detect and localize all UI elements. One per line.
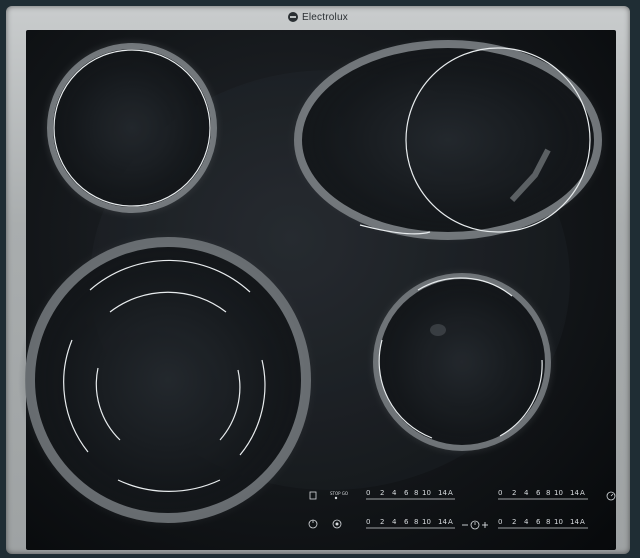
- keep-warm-icon[interactable]: [332, 519, 342, 529]
- scale-bottom-left-6: 6: [404, 518, 409, 526]
- touch-control-strip: STOP GO 0 2 4 6 8 10 14 A 0 2 4 6 8 10 1…: [308, 489, 616, 530]
- cooktop-photo: Electrolux STOP GO 0 2 4 6 8 10 14 A 0 2…: [0, 0, 640, 558]
- zone-scale-bottom-right[interactable]: 0 2 4 6 8 10 14 A: [498, 518, 588, 529]
- cooking-zones-layer: [18, 36, 610, 530]
- stop-go-dot: [334, 496, 338, 500]
- scale-bottom-right-a: A: [580, 518, 585, 526]
- zone-scale-top-right[interactable]: 0 2 4 6 8 10 14 A: [498, 489, 588, 500]
- scale-top-right-14: 14: [570, 489, 579, 497]
- stop-go-label[interactable]: STOP GO: [330, 491, 348, 496]
- scale-bottom-left-0: 0: [366, 518, 370, 526]
- scale-top-left-a: A: [448, 489, 453, 497]
- plus-icon[interactable]: [482, 522, 488, 528]
- power-icon[interactable]: [308, 519, 318, 529]
- scale-top-left-14: 14: [438, 489, 447, 497]
- zone-top-right-dual: [286, 36, 610, 244]
- scale-top-right-a: A: [580, 489, 585, 497]
- scale-bottom-left-14: 14: [438, 518, 447, 526]
- scale-top-right-8: 8: [546, 489, 550, 497]
- scale-top-left-2: 2: [380, 489, 384, 497]
- scale-top-right-6: 6: [536, 489, 541, 497]
- timer-icon[interactable]: [606, 491, 616, 501]
- scale-top-left-4: 4: [392, 489, 397, 497]
- zone-top-left: [40, 36, 224, 220]
- timer-dial-icon[interactable]: [470, 520, 480, 530]
- zone-scale-bottom-left[interactable]: 0 2 4 6 8 10 14 A: [366, 518, 455, 529]
- scale-top-right-4: 4: [524, 489, 529, 497]
- zone-scale-top-left[interactable]: 0 2 4 6 8 10 14 A: [366, 489, 455, 500]
- scale-bottom-right-0: 0: [498, 518, 502, 526]
- scale-bottom-right-4: 4: [524, 518, 529, 526]
- scale-top-left-8: 8: [414, 489, 418, 497]
- scale-bottom-right-8: 8: [546, 518, 550, 526]
- scale-bottom-left-2: 2: [380, 518, 384, 526]
- scale-top-left-6: 6: [404, 489, 409, 497]
- zone-bottom-left-triple: [18, 230, 318, 530]
- scale-top-left-10: 10: [422, 489, 431, 497]
- zone-bottom-right: [366, 266, 558, 458]
- scale-bottom-right-14: 14: [570, 518, 579, 526]
- scale-bottom-left-8: 8: [414, 518, 418, 526]
- scale-bottom-right-2: 2: [512, 518, 516, 526]
- scale-bottom-left-10: 10: [422, 518, 431, 526]
- lock-icon[interactable]: [309, 491, 317, 500]
- scale-top-right-2: 2: [512, 489, 516, 497]
- scale-bottom-right-6: 6: [536, 518, 541, 526]
- scale-top-right-0: 0: [498, 489, 502, 497]
- scale-top-left-0: 0: [366, 489, 370, 497]
- scale-top-right-10: 10: [554, 489, 563, 497]
- scale-bottom-left-4: 4: [392, 518, 397, 526]
- stain-mark: [430, 324, 446, 336]
- scale-bottom-right-10: 10: [554, 518, 563, 526]
- scale-bottom-left-a: A: [448, 518, 453, 526]
